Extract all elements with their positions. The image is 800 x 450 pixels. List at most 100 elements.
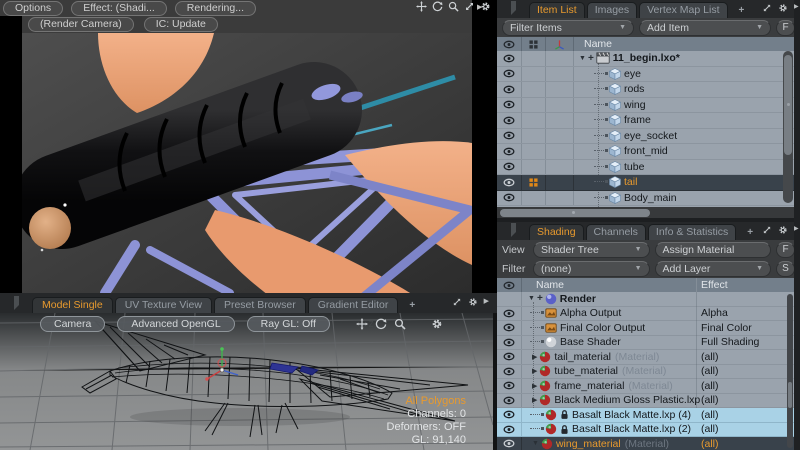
rotate-icon[interactable]: [432, 1, 443, 12]
visibility-eye-icon[interactable]: [497, 51, 522, 66]
collapse-arrow-icon[interactable]: ▼: [532, 440, 539, 447]
render-preview-viewport[interactable]: Options Effect: (Shadi... Rendering... (…: [0, 0, 497, 293]
shader-row[interactable]: ▶ frame_material (Material) (all): [497, 379, 794, 394]
add-layer-dropdown[interactable]: Add Layer▼: [655, 261, 772, 277]
effect-value[interactable]: (all): [701, 351, 719, 363]
camera-button[interactable]: Camera: [40, 316, 105, 332]
expand-icon[interactable]: [762, 225, 772, 235]
vertical-scrollbar[interactable]: [783, 51, 793, 203]
render-column-grid-icon[interactable]: [522, 37, 546, 51]
shader-row-root[interactable]: ▼ + Render: [497, 292, 794, 307]
tab-channels[interactable]: Channels: [586, 224, 646, 240]
expand-arrow-icon[interactable]: ▶: [532, 382, 537, 390]
horizontal-scrollbar[interactable]: [497, 207, 794, 218]
shader-row[interactable]: ▶ tube_material (Material) (all): [497, 365, 794, 380]
shader-row-selected[interactable]: ▼ wing_material (Material) (all): [497, 437, 794, 450]
move-icon[interactable]: [356, 318, 368, 330]
item-row[interactable]: Body_main: [497, 191, 794, 207]
visibility-eye-icon[interactable]: [497, 67, 522, 82]
item-row[interactable]: frame: [497, 113, 794, 129]
visibility-eye-icon[interactable]: [497, 408, 522, 422]
item-row[interactable]: eye: [497, 67, 794, 83]
tab-images[interactable]: Images: [587, 2, 637, 18]
panel-corner-icon[interactable]: [14, 296, 28, 310]
effect-value[interactable]: (all): [701, 409, 719, 421]
render-toggle-grid-icon[interactable]: [522, 175, 546, 190]
add-tab-button[interactable]: +: [730, 3, 754, 18]
visibility-column-eye-icon[interactable]: [497, 278, 522, 292]
flyout-arrow-icon[interactable]: ▶: [484, 297, 489, 307]
visibility-eye-icon[interactable]: [497, 423, 522, 437]
filter-preset-button[interactable]: F: [776, 20, 795, 36]
move-icon[interactable]: [416, 1, 427, 12]
add-tab-button[interactable]: +: [400, 298, 424, 313]
filter-items-dropdown[interactable]: Filter Items▼: [502, 20, 634, 36]
shader-row[interactable]: Final Color Output Final Color: [497, 321, 794, 336]
ic-update-button[interactable]: IC: Update: [144, 17, 218, 32]
shader-row[interactable]: ▶ Black Medium Gloss Plastic.lxp (all): [497, 394, 794, 409]
visibility-eye-icon[interactable]: [497, 160, 522, 175]
visibility-eye-icon[interactable]: [497, 191, 522, 206]
visibility-eye-icon[interactable]: [497, 321, 522, 335]
shader-row[interactable]: ▶ tail_material (Material) (all): [497, 350, 794, 365]
gear-icon[interactable]: [778, 3, 788, 13]
rendering-button[interactable]: Rendering...: [175, 1, 256, 16]
expand-arrow-icon[interactable]: ▶: [532, 353, 537, 361]
shader-row-highlighted[interactable]: Basalt Black Matte.lxp (2) (all): [497, 423, 794, 438]
shader-row[interactable]: Base Shader Full Shading: [497, 336, 794, 351]
visibility-eye-icon[interactable]: [497, 379, 522, 393]
collapse-arrow-icon[interactable]: ▼: [579, 55, 586, 62]
effect-value[interactable]: Full Shading: [701, 336, 759, 348]
item-row[interactable]: eye_socket: [497, 129, 794, 145]
scrollbar-thumb[interactable]: [788, 382, 792, 408]
collapse-arrow-icon[interactable]: ▼: [528, 295, 535, 302]
assign-material-button[interactable]: Assign Material: [655, 242, 772, 258]
view-dropdown[interactable]: Shader Tree▼: [533, 242, 650, 258]
effect-value[interactable]: (all): [701, 423, 719, 435]
visibility-eye-icon[interactable]: [497, 307, 522, 321]
visibility-eye-icon[interactable]: [497, 437, 522, 450]
tab-gradient-editor[interactable]: Gradient Editor: [308, 297, 399, 313]
effect-value[interactable]: (all): [701, 365, 719, 377]
visibility-eye-icon[interactable]: [497, 365, 522, 379]
visibility-eye-icon[interactable]: [497, 336, 522, 350]
item-row-root[interactable]: ▼ + 11_begin.lxo*: [497, 51, 794, 67]
shader-row-highlighted[interactable]: Basalt Black Matte.lxp (4) (all): [497, 408, 794, 423]
visibility-eye-icon[interactable]: [497, 113, 522, 128]
effect-button[interactable]: Effect: (Shadi...: [71, 1, 167, 16]
visibility-eye-icon[interactable]: [497, 350, 522, 364]
tab-uv-texture-view[interactable]: UV Texture View: [115, 297, 212, 313]
tab-preset-browser[interactable]: Preset Browser: [214, 297, 306, 313]
expand-icon[interactable]: [452, 297, 462, 307]
item-row[interactable]: tube: [497, 160, 794, 176]
expand-arrow-icon[interactable]: ▶: [532, 396, 537, 404]
filter-preset-button[interactable]: F: [776, 242, 795, 258]
add-tab-button[interactable]: +: [738, 225, 762, 240]
visibility-eye-icon[interactable]: [497, 129, 522, 144]
panel-corner-icon[interactable]: [511, 1, 525, 15]
effect-value[interactable]: (all): [701, 380, 719, 392]
advanced-opengl-button[interactable]: Advanced OpenGL: [117, 316, 234, 332]
gear-icon[interactable]: [468, 297, 478, 307]
visibility-eye-icon[interactable]: [497, 82, 522, 97]
flyout-arrow-icon[interactable]: ▶: [794, 3, 799, 10]
sort-button[interactable]: S: [776, 261, 795, 277]
tab-item-list[interactable]: Item List: [529, 2, 585, 18]
expand-icon[interactable]: [762, 3, 772, 13]
expand-arrow-icon[interactable]: ▶: [532, 367, 537, 375]
visibility-eye-icon[interactable]: [497, 175, 522, 190]
options-button[interactable]: Options: [3, 1, 63, 16]
panel-corner-icon[interactable]: [511, 223, 525, 237]
tab-vertex-map-list[interactable]: Vertex Map List: [639, 2, 727, 18]
magnify-icon[interactable]: [394, 318, 406, 330]
scrollbar-thumb[interactable]: [500, 209, 650, 217]
shader-row[interactable]: Alpha Output Alpha: [497, 307, 794, 322]
flyout-arrow-icon[interactable]: ▶: [477, 3, 482, 11]
add-item-dropdown[interactable]: Add Item▼: [639, 20, 771, 36]
magnify-icon[interactable]: [448, 1, 459, 12]
tab-info-statistics[interactable]: Info & Statistics: [648, 224, 736, 240]
effect-value[interactable]: Final Color: [701, 322, 752, 334]
effect-value[interactable]: (all): [701, 394, 719, 406]
item-row[interactable]: front_mid: [497, 144, 794, 160]
tab-shading[interactable]: Shading: [529, 224, 584, 240]
